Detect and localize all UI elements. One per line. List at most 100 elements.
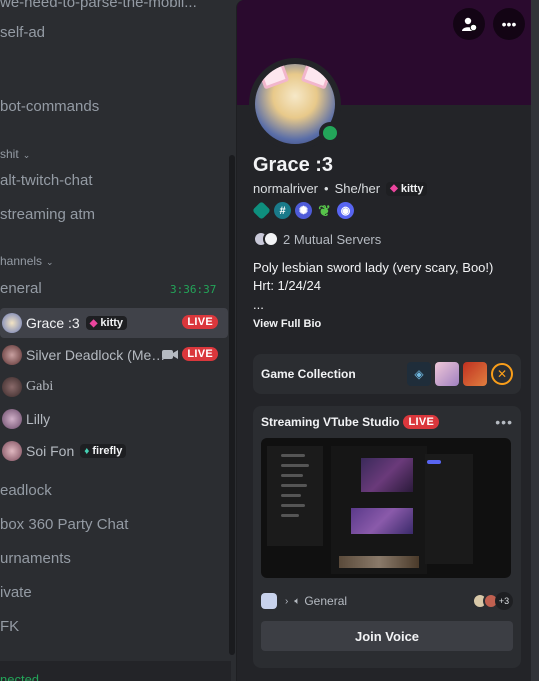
preview-line: [281, 494, 301, 497]
live-badge: LIVE: [182, 347, 218, 361]
preview-line: [281, 504, 305, 507]
channel-item[interactable]: box 360 Party Chat: [0, 516, 128, 533]
voice-user[interactable]: Gabi: [0, 372, 228, 402]
preview-image: [361, 458, 413, 492]
live-badge: LIVE: [182, 315, 218, 329]
scrollbar[interactable]: [229, 155, 235, 655]
channel-item[interactable]: self-ad: [0, 24, 45, 41]
chevron-down-icon: ⌄: [46, 257, 54, 267]
flame-icon: ♦: [84, 445, 90, 457]
voice-channel-general[interactable]: eneral: [0, 280, 42, 297]
add-friend-button[interactable]: [453, 8, 485, 40]
server-icon: [261, 593, 277, 609]
mutual-servers[interactable]: 2 Mutual Servers: [253, 231, 515, 247]
game-collection-card[interactable]: Game Collection ◈ ✕: [253, 354, 521, 394]
pronouns: She/her: [334, 181, 381, 196]
view-full-bio-link[interactable]: View Full Bio: [253, 318, 515, 330]
voice-user[interactable]: Grace :3 ◆ kitty LIVE: [0, 308, 228, 338]
tag-label: firefly: [92, 445, 123, 457]
preview-line: [281, 464, 309, 467]
join-voice-button[interactable]: Join Voice: [261, 621, 513, 651]
user-add-icon: [462, 17, 477, 32]
stream-card: Streaming VTube Studio LIVE ••• › 🔈︎ Gen…: [253, 406, 521, 668]
more-options-button[interactable]: •••: [493, 8, 525, 40]
server-tag: ◆ kitty: [85, 316, 128, 330]
voice-user[interactable]: Silver Deadlock (Mei... LIVE: [0, 340, 228, 370]
preview-line: [281, 454, 305, 457]
server-tag: ♦ firefly: [80, 444, 127, 458]
nitro-gem-badge-icon[interactable]: ✺: [295, 202, 312, 219]
voice-channel-name[interactable]: General: [304, 594, 347, 608]
hashtag-badge-icon[interactable]: #: [274, 202, 291, 219]
preview-line: [281, 514, 299, 517]
stream-title: Streaming VTube Studio: [261, 415, 400, 429]
overwatch-icon: ✕: [491, 363, 513, 385]
leaf-badge-icon[interactable]: ❦: [316, 202, 333, 220]
preview-accent: [427, 460, 441, 464]
voice-user[interactable]: Lilly: [0, 404, 228, 434]
server-tag[interactable]: ◆ kitty: [386, 181, 428, 196]
preview-line: [281, 474, 303, 477]
server-icon: [263, 231, 279, 247]
cat-icon: ◆: [89, 317, 98, 329]
preview-image: [351, 508, 413, 534]
channel-item[interactable]: bot-commands: [0, 98, 99, 115]
voice-user[interactable]: Soi Fon ♦ firefly: [0, 436, 228, 466]
profile-avatar[interactable]: [249, 58, 341, 150]
voice-user-name: Grace :3: [26, 315, 80, 331]
bio-line: Poly lesbian sword lady (very scary, Boo…: [253, 260, 494, 275]
preview-panel: [425, 454, 473, 564]
quest-badge-icon[interactable]: ◉: [337, 202, 354, 219]
tag-label: kitty: [400, 182, 424, 195]
voice-status-text: nected: [0, 672, 40, 681]
separator-dot: •: [324, 181, 329, 196]
game-icon-deadlock: ◈: [407, 362, 431, 386]
cat-ear-decoration: [300, 64, 335, 90]
hypesquad-badge-icon[interactable]: [252, 201, 271, 220]
channel-sidebar: we-need-to-parse-the-mobil... self-ad bo…: [0, 0, 236, 681]
category-label: shit: [0, 147, 19, 161]
channel-item[interactable]: streaming atm: [0, 206, 95, 223]
camera-icon: [162, 350, 178, 359]
badge-row: # ✺ ❦ ◉: [252, 201, 515, 220]
speaker-icon: 🔈︎: [294, 595, 301, 607]
voice-user-name: Lilly: [26, 411, 51, 427]
voice-timer: 3:36:37: [170, 283, 217, 296]
bio-ellipsis: ...: [253, 297, 264, 312]
stream-preview[interactable]: [261, 438, 511, 578]
category-header[interactable]: shit ⌄: [0, 147, 30, 161]
channel-item[interactable]: urnaments: [0, 550, 71, 567]
channel-item[interactable]: alt-twitch-chat: [0, 172, 93, 189]
mutual-servers-label: 2 Mutual Servers: [283, 231, 382, 247]
avatar: [2, 409, 22, 429]
preview-line: [281, 484, 307, 487]
participant-count: +3: [495, 592, 513, 610]
cat-icon: ◆: [390, 183, 398, 194]
category-header[interactable]: hannels ⌄: [0, 254, 54, 268]
game-collection-title: Game Collection: [261, 367, 356, 381]
voice-user-name: Soi Fon: [26, 443, 75, 459]
bio-line: Hrt: 1/24/24: [253, 278, 321, 293]
channel-item[interactable]: FK: [0, 618, 19, 635]
cat-ear-decoration: [255, 64, 290, 90]
profile-popout: ••• Grace :3 normalriver • She/her ◆ kitt…: [236, 0, 531, 681]
channel-item[interactable]: eadlock: [0, 482, 52, 499]
category-label: hannels: [0, 254, 43, 268]
online-status-icon: [319, 122, 341, 144]
channel-item[interactable]: ivate: [0, 584, 32, 601]
live-badge: LIVE: [403, 415, 440, 429]
voice-participants[interactable]: +3: [472, 592, 513, 610]
voice-status-bar: nected: [0, 661, 231, 681]
chevron-right-icon: ›: [285, 595, 289, 607]
username: normalriver: [253, 181, 319, 196]
preview-image: [339, 556, 419, 568]
tag-label: kitty: [100, 317, 124, 329]
ellipsis-icon: •••: [501, 16, 517, 32]
channel-item[interactable]: we-need-to-parse-the-mobil...: [0, 0, 197, 11]
voice-user-name: Gabi: [26, 379, 54, 394]
chevron-down-icon: ⌄: [22, 150, 31, 160]
avatar: [2, 313, 22, 333]
game-icon-anime: [435, 362, 459, 386]
game-icon-rivals: [463, 362, 487, 386]
ellipsis-icon[interactable]: •••: [495, 414, 513, 430]
